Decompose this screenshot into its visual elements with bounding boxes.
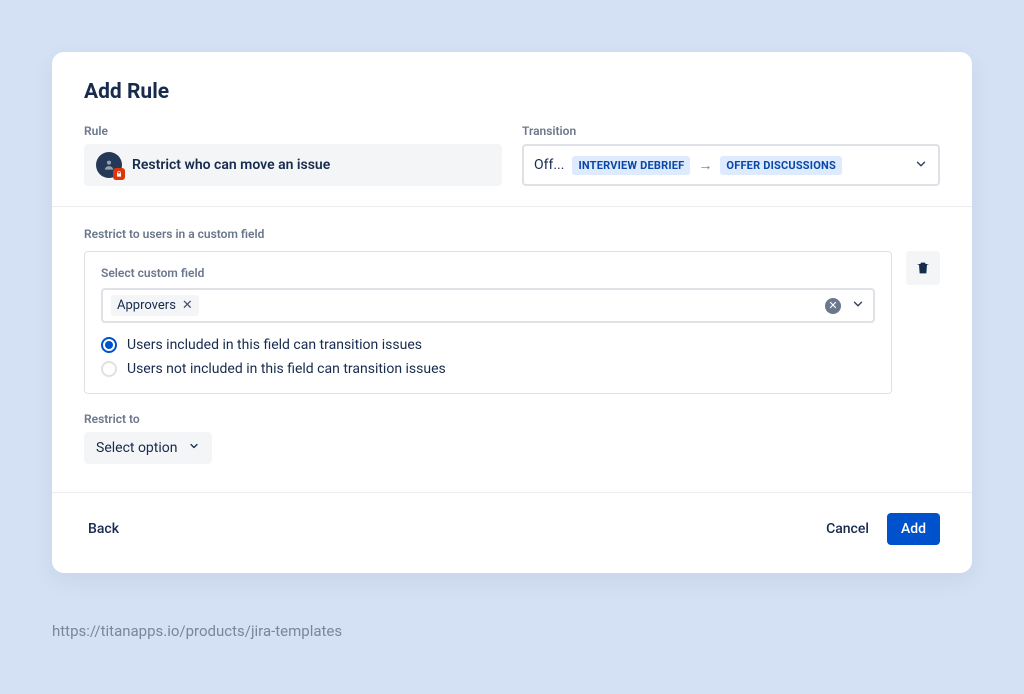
dropdown-placeholder: Select option bbox=[96, 440, 178, 456]
rule-label: Rule bbox=[84, 124, 502, 138]
rule-column: Rule Restrict who can move an issue bbox=[84, 124, 502, 186]
rule-display: Restrict who can move an issue bbox=[84, 144, 502, 186]
radio-users-included[interactable]: Users included in this field can transit… bbox=[101, 337, 875, 353]
radio-label: Users included in this field can transit… bbox=[127, 337, 422, 353]
tag-approvers: Approvers ✕ bbox=[111, 295, 199, 316]
back-button[interactable]: Back bbox=[84, 513, 123, 545]
tag-remove-icon[interactable]: ✕ bbox=[182, 299, 193, 312]
transition-column: Transition Off... INTERVIEW DEBRIEF → OF… bbox=[522, 124, 940, 186]
custom-field-panel: Select custom field Approvers ✕ ✕ Users … bbox=[84, 251, 892, 394]
source-url: https://titanapps.io/products/jira-templ… bbox=[52, 622, 342, 640]
transition-label: Transition bbox=[522, 124, 940, 138]
add-rule-modal: Add Rule Rule Restrict who can move an i… bbox=[52, 52, 972, 573]
chevron-down-icon bbox=[188, 440, 200, 456]
transition-to-lozenge: OFFER DISCUSSIONS bbox=[720, 156, 842, 175]
custom-field-section: Select custom field Approvers ✕ ✕ Users … bbox=[84, 251, 940, 394]
modal-title: Add Rule bbox=[84, 80, 940, 104]
radio-button-checked bbox=[101, 337, 117, 353]
restrict-to-dropdown[interactable]: Select option bbox=[84, 432, 212, 464]
cancel-button[interactable]: Cancel bbox=[822, 513, 873, 545]
radio-label: Users not included in this field can tra… bbox=[127, 361, 446, 377]
delete-button[interactable] bbox=[906, 251, 940, 285]
chevron-down-icon bbox=[914, 156, 928, 175]
modal-footer: Back Cancel Add bbox=[52, 492, 972, 549]
arrow-right-icon: → bbox=[698, 157, 712, 174]
chevron-down-icon[interactable] bbox=[851, 296, 865, 315]
add-button[interactable]: Add bbox=[887, 513, 940, 545]
person-lock-icon bbox=[96, 152, 122, 178]
restrict-heading: Restrict to users in a custom field bbox=[84, 227, 940, 241]
transition-from-lozenge: INTERVIEW DEBRIEF bbox=[572, 156, 690, 175]
select-custom-field-label: Select custom field bbox=[101, 266, 875, 280]
transition-prefix: Off... bbox=[534, 157, 564, 173]
trash-icon bbox=[915, 260, 931, 276]
custom-field-select[interactable]: Approvers ✕ ✕ bbox=[101, 288, 875, 323]
rule-transition-row: Rule Restrict who can move an issue Tran… bbox=[84, 124, 940, 186]
lock-icon bbox=[113, 168, 125, 180]
restrict-to-label: Restrict to bbox=[84, 412, 940, 426]
radio-users-not-included[interactable]: Users not included in this field can tra… bbox=[101, 361, 875, 377]
clear-all-icon[interactable]: ✕ bbox=[825, 298, 841, 314]
tag-label: Approvers bbox=[117, 298, 176, 313]
transition-select[interactable]: Off... INTERVIEW DEBRIEF → OFFER DISCUSS… bbox=[522, 144, 940, 186]
restrict-to-section: Restrict to Select option bbox=[84, 412, 940, 464]
radio-button-unchecked bbox=[101, 361, 117, 377]
divider bbox=[52, 206, 972, 207]
rule-name: Restrict who can move an issue bbox=[132, 157, 330, 173]
